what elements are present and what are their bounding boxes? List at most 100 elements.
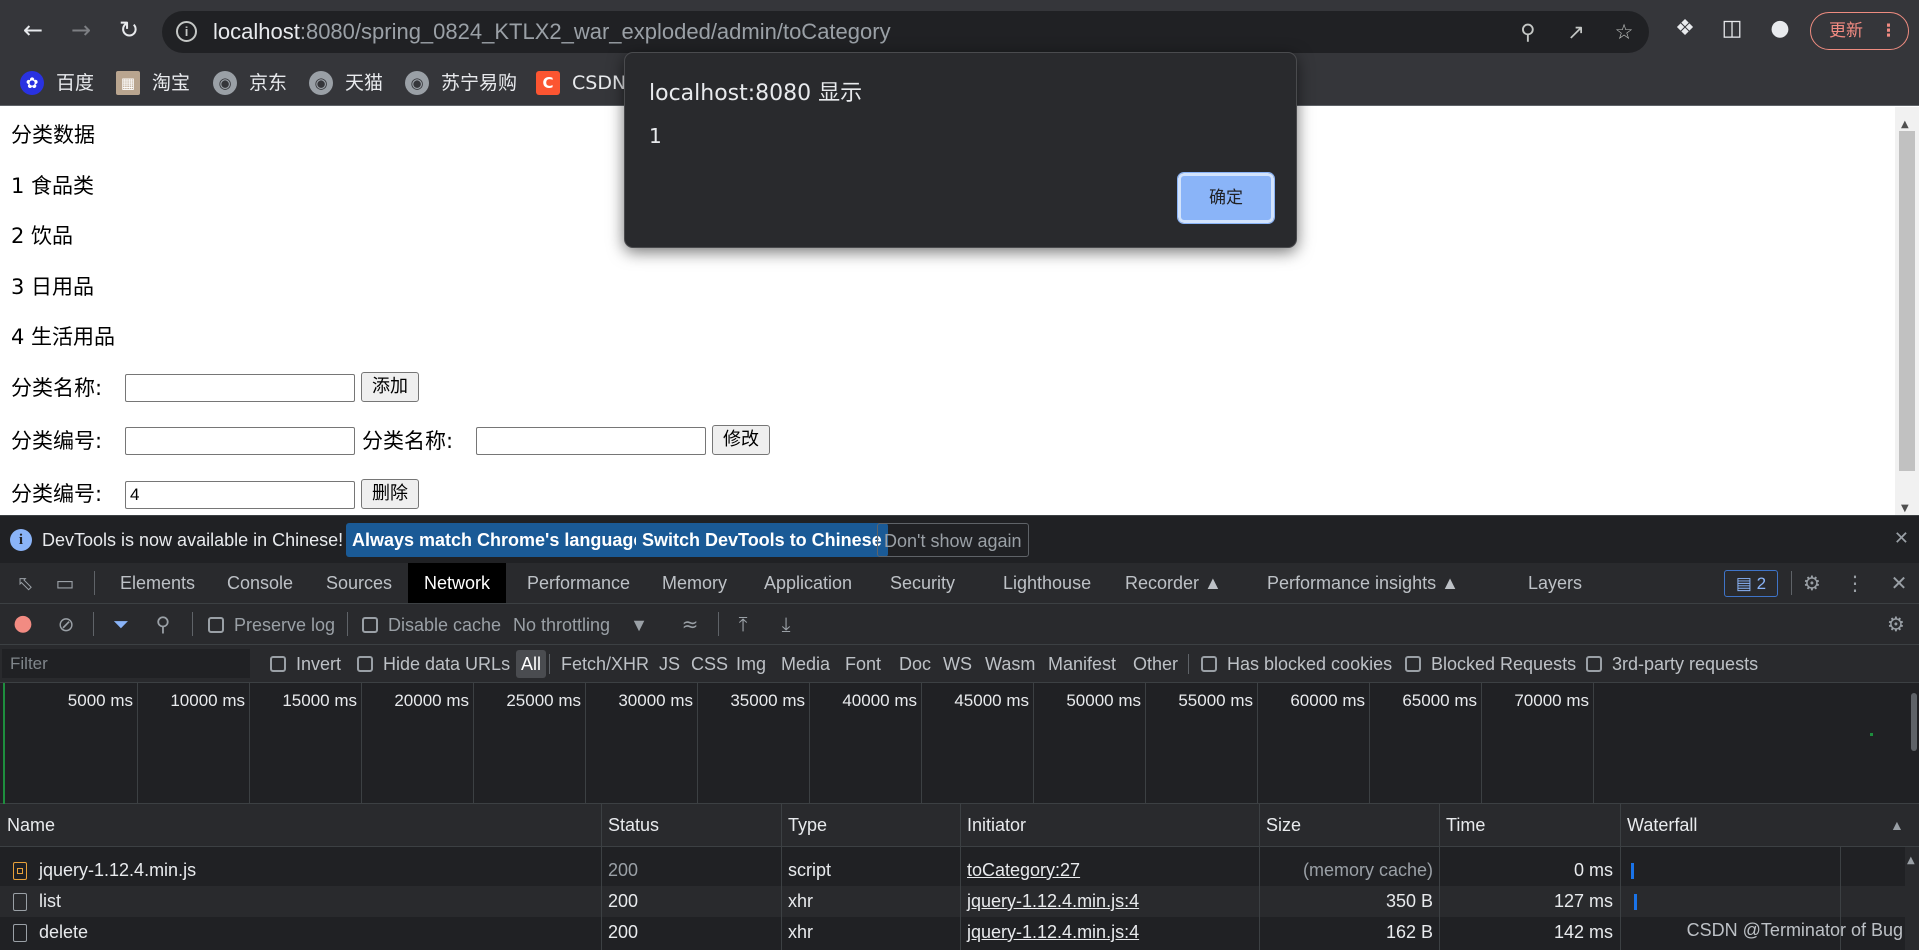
tab-application[interactable]: Application: [748, 563, 868, 603]
match-language-button[interactable]: Always match Chrome's language: [346, 523, 650, 557]
col-type[interactable]: Type: [781, 804, 827, 847]
bookmark-star-icon[interactable]: ☆: [1611, 19, 1637, 45]
throttling-select[interactable]: No throttling ▼: [513, 614, 648, 636]
banner-close-icon[interactable]: ✕: [1894, 528, 1909, 549]
tab-memory[interactable]: Memory: [646, 563, 743, 603]
bookmark-jd[interactable]: ◉ 京东: [213, 68, 287, 98]
alert-ok-button[interactable]: 确定: [1177, 172, 1275, 224]
blocked-requests-checkbox[interactable]: Blocked Requests: [1405, 653, 1576, 675]
checkbox[interactable]: [362, 617, 378, 633]
bookmark-tmall[interactable]: ◉ 天猫: [309, 68, 383, 98]
col-waterfall[interactable]: Waterfall: [1620, 804, 1697, 847]
network-settings-gear-icon[interactable]: ⚙: [1881, 609, 1911, 639]
delete-id-input[interactable]: 4: [125, 481, 355, 509]
scrollbar-thumb[interactable]: [1899, 131, 1915, 471]
tab-layers[interactable]: Layers: [1512, 563, 1598, 603]
filter-type-js[interactable]: JS: [654, 650, 685, 678]
filter-type-wasm[interactable]: Wasm: [980, 650, 1040, 678]
issues-badge[interactable]: ▤ 2: [1724, 570, 1778, 597]
filter-type-other[interactable]: Other: [1128, 650, 1183, 678]
tab-performance-insights[interactable]: Performance insights ▲: [1251, 563, 1475, 603]
side-panel-icon[interactable]: ◫: [1717, 14, 1747, 44]
filter-input[interactable]: Filter: [2, 649, 250, 678]
col-status[interactable]: Status: [601, 804, 659, 847]
filter-type-img[interactable]: Img: [731, 650, 771, 678]
search-icon[interactable]: ⚲: [148, 609, 178, 639]
scroll-up-icon[interactable]: ▲: [1907, 855, 1915, 866]
switch-chinese-button[interactable]: Switch DevTools to Chinese: [636, 523, 888, 557]
page-scrollbar[interactable]: ▲ ▼: [1895, 107, 1919, 515]
col-name[interactable]: Name: [0, 804, 55, 847]
import-har-icon[interactable]: ⤒: [728, 609, 758, 639]
third-party-checkbox[interactable]: 3rd-party requests: [1586, 653, 1758, 675]
filter-type-ws[interactable]: WS: [938, 650, 977, 678]
add-name-input[interactable]: [125, 374, 355, 402]
tab-performance[interactable]: Performance: [511, 563, 646, 603]
filter-type-manifest[interactable]: Manifest: [1043, 650, 1121, 678]
request-name[interactable]: list: [39, 886, 61, 917]
filter-type-css[interactable]: CSS: [686, 650, 733, 678]
delete-button[interactable]: 删除: [361, 479, 419, 509]
column-divider[interactable]: [1620, 804, 1621, 950]
sort-up-icon[interactable]: ▲: [1883, 804, 1904, 847]
network-overview-timeline[interactable]: 5000 ms 10000 ms 15000 ms 20000 ms 25000 ms 3…: [0, 683, 1919, 804]
tab-network[interactable]: Network: [408, 563, 507, 603]
request-initiator[interactable]: jquery-1.12.4.min.js:4: [967, 917, 1139, 948]
bookmark-baidu[interactable]: ✿ 百度: [20, 68, 94, 98]
tab-lighthouse[interactable]: Lighthouse: [987, 563, 1107, 603]
tab-console[interactable]: Console: [211, 563, 309, 603]
filter-type-fetch-xhr[interactable]: Fetch/XHR: [556, 650, 654, 678]
checkbox[interactable]: [1586, 656, 1602, 672]
overview-scroll-thumb[interactable]: [1911, 693, 1917, 751]
settings-gear-icon[interactable]: ⚙: [1797, 568, 1827, 598]
tab-security[interactable]: Security: [874, 563, 971, 603]
update-button[interactable]: 更新 ⋮: [1810, 12, 1909, 50]
bookmark-csdn[interactable]: C CSDN: [536, 68, 626, 98]
device-toolbar-icon[interactable]: ▭: [50, 568, 80, 598]
close-devtools-icon[interactable]: ✕: [1884, 568, 1914, 598]
checkbox[interactable]: [1405, 656, 1421, 672]
update-button[interactable]: 修改: [712, 425, 770, 455]
column-divider[interactable]: [1259, 804, 1260, 950]
bookmark-suning[interactable]: ◉ 苏宁易购: [405, 68, 517, 98]
filter-type-all[interactable]: All: [516, 650, 547, 678]
share-icon[interactable]: ↗: [1563, 19, 1589, 45]
column-divider[interactable]: [1439, 804, 1440, 950]
inspect-element-icon[interactable]: ⬁: [10, 568, 40, 598]
address-bar[interactable]: i localhost:8080/spring_0824_KTLX2_war_e…: [162, 11, 1649, 53]
forward-icon[interactable]: →: [63, 12, 99, 48]
network-conditions-icon[interactable]: ≈: [675, 609, 705, 639]
profile-icon[interactable]: ●: [1765, 14, 1795, 44]
preserve-log-checkbox[interactable]: Preserve log: [208, 614, 335, 636]
col-initiator[interactable]: Initiator: [960, 804, 1026, 847]
reload-icon[interactable]: ↻: [111, 12, 147, 48]
col-size[interactable]: Size: [1259, 804, 1301, 847]
filter-type-font[interactable]: Font: [840, 650, 886, 678]
column-divider[interactable]: [781, 804, 782, 950]
checkbox[interactable]: [357, 656, 373, 672]
extensions-icon[interactable]: ❖: [1670, 14, 1700, 44]
bookmark-taobao[interactable]: ▦ 淘宝: [116, 68, 190, 98]
url-text[interactable]: localhost:8080/spring_0824_KTLX2_war_exp…: [213, 20, 891, 44]
disable-cache-checkbox[interactable]: Disable cache: [362, 614, 501, 636]
more-options-icon[interactable]: ⋮: [1840, 568, 1870, 598]
tab-elements[interactable]: Elements: [104, 563, 211, 603]
checkbox[interactable]: [208, 617, 224, 633]
filter-type-doc[interactable]: Doc: [894, 650, 936, 678]
request-initiator[interactable]: toCategory:27: [967, 855, 1080, 886]
clear-icon[interactable]: ⊘: [51, 609, 81, 639]
column-divider[interactable]: [601, 804, 602, 950]
tab-recorder[interactable]: Recorder ▲: [1109, 563, 1238, 603]
hide-data-urls-checkbox[interactable]: Hide data URLs: [357, 653, 510, 675]
tab-sources[interactable]: Sources: [310, 563, 408, 603]
request-initiator[interactable]: jquery-1.12.4.min.js:4: [967, 886, 1139, 917]
invert-checkbox[interactable]: Invert: [270, 653, 341, 675]
record-icon[interactable]: ●: [8, 609, 38, 639]
col-time[interactable]: Time: [1439, 804, 1485, 847]
filter-type-media[interactable]: Media: [776, 650, 835, 678]
dont-show-again-button[interactable]: Don't show again: [877, 523, 1029, 557]
site-info-icon[interactable]: i: [176, 21, 197, 42]
add-button[interactable]: 添加: [361, 372, 419, 402]
export-har-icon[interactable]: ⤓: [771, 609, 801, 639]
column-divider[interactable]: [960, 804, 961, 950]
